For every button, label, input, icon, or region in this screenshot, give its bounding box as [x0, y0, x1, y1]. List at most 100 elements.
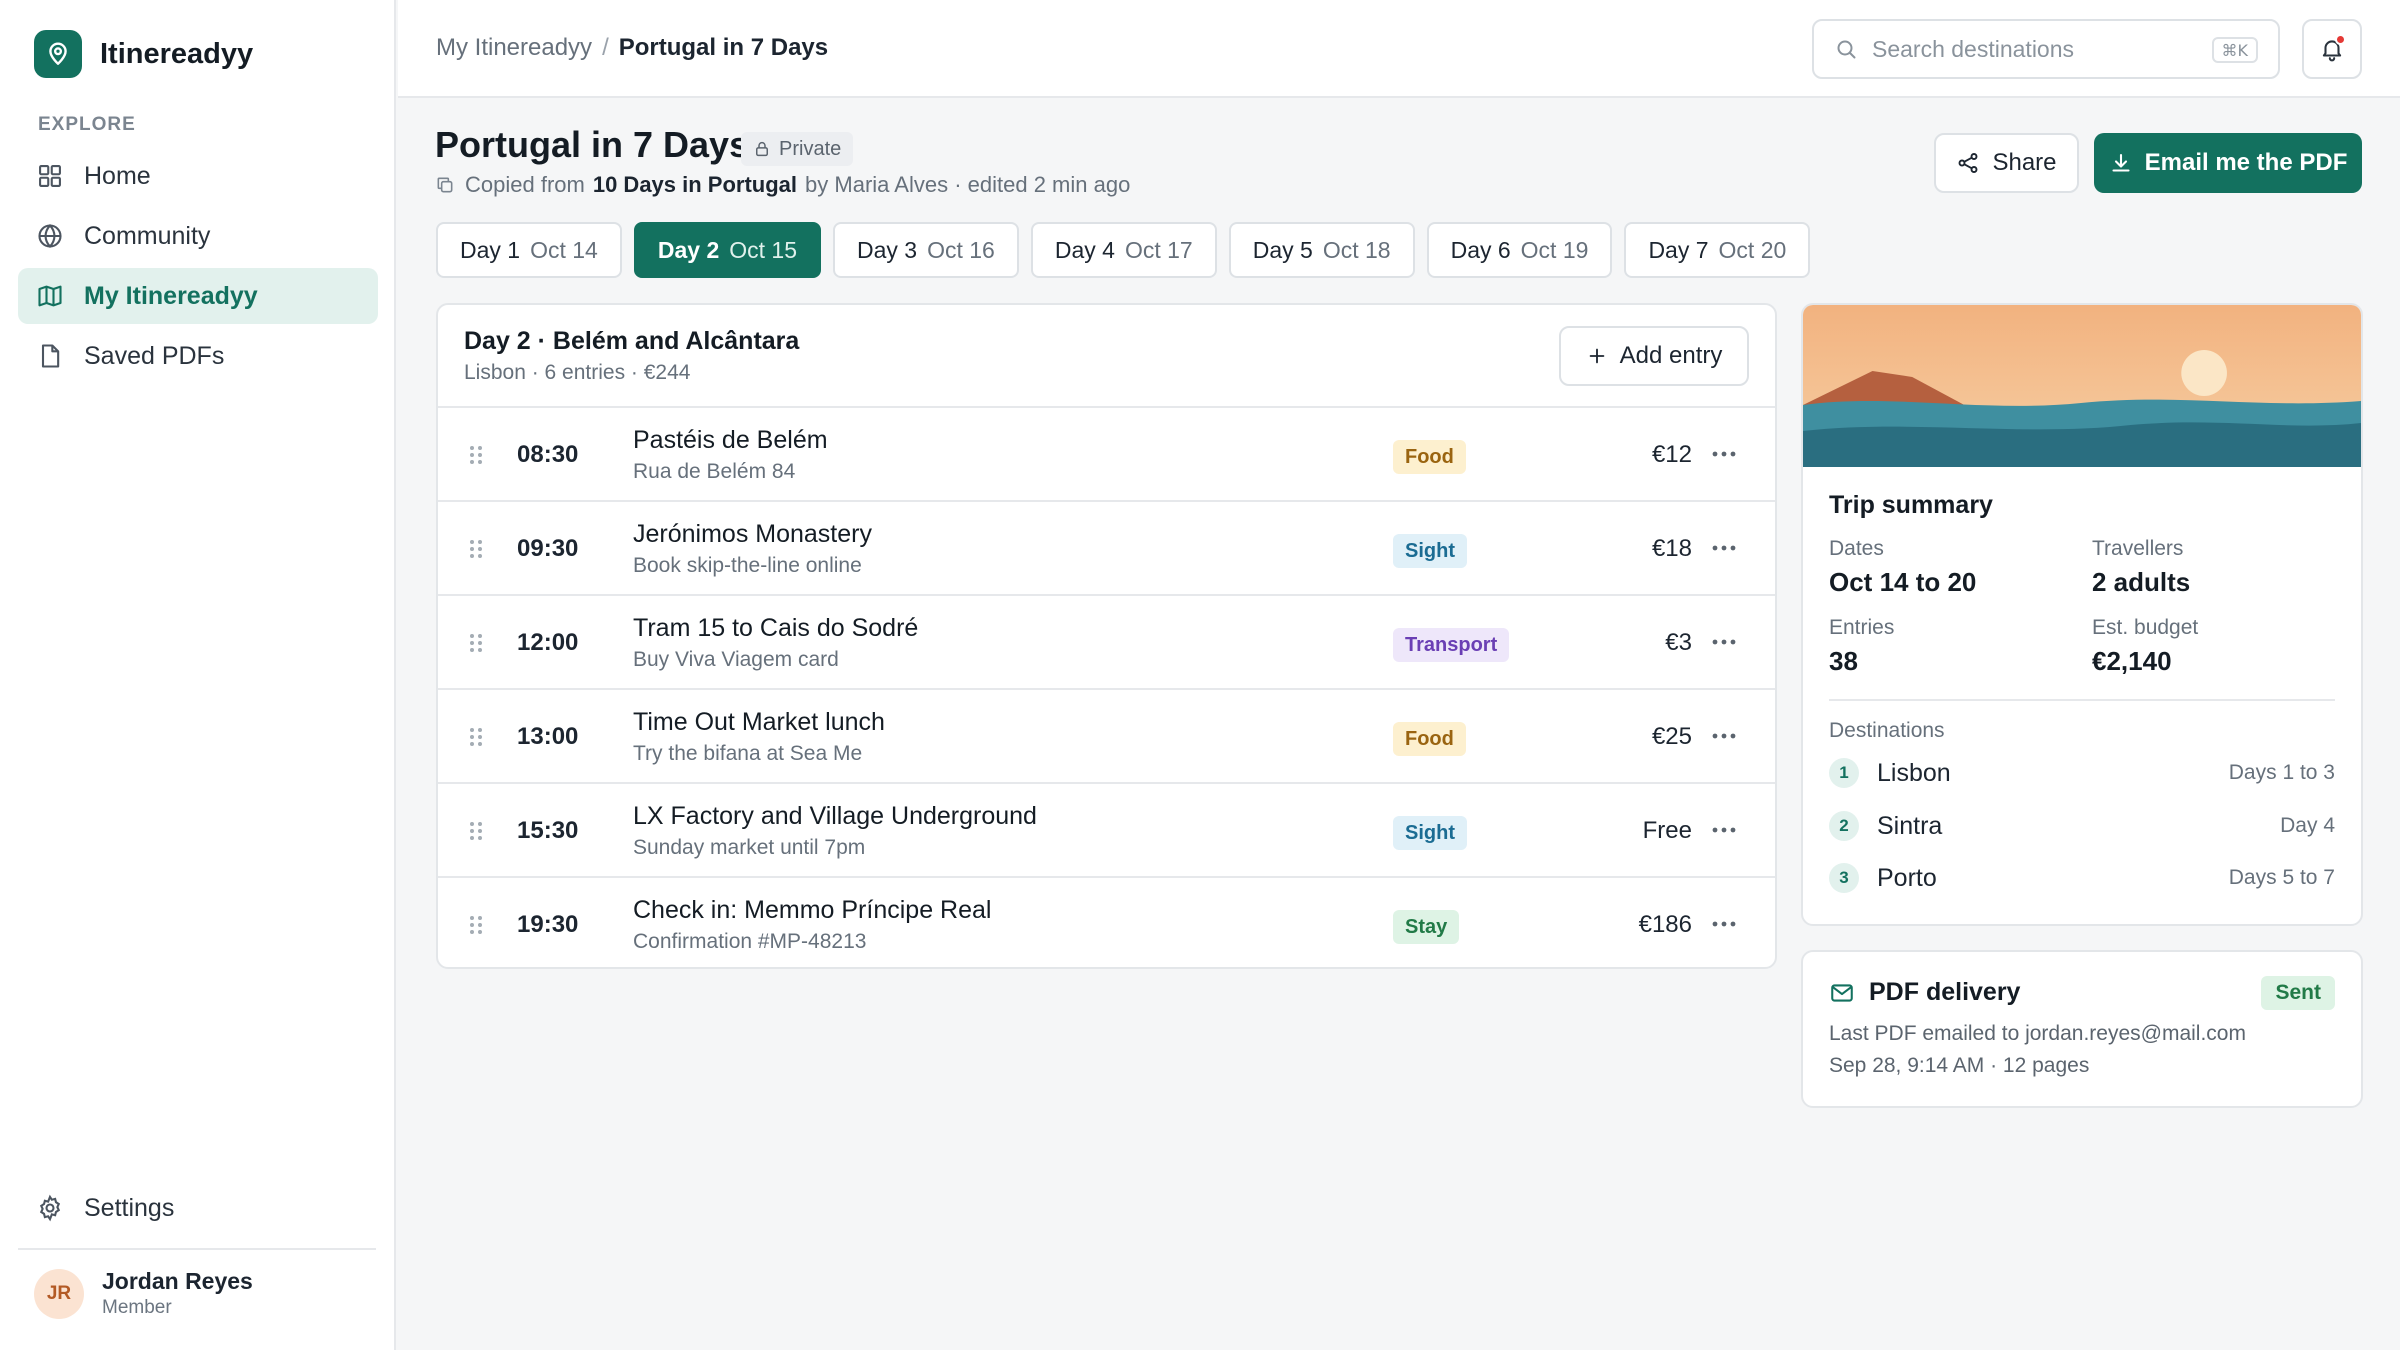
tab-day-label: Day 3	[857, 236, 918, 263]
tab-day-3[interactable]: Day 3 Oct 16	[833, 222, 1019, 278]
sidebar-item-settings[interactable]: Settings	[18, 1180, 378, 1236]
copied-source-link[interactable]: 10 Days in Portugal	[593, 172, 797, 198]
user-profile[interactable]: JR Jordan Reyes Member	[34, 1268, 253, 1319]
drag-handle-icon[interactable]	[468, 726, 484, 748]
breadcrumb: My Itinereadyy / Portugal in 7 Days	[436, 34, 828, 62]
tab-day-1[interactable]: Day 1 Oct 14	[436, 222, 622, 278]
sidebar-item-community[interactable]: Community	[18, 208, 378, 264]
more-options-icon[interactable]	[1711, 446, 1737, 462]
breadcrumb-current: Portugal in 7 Days	[618, 34, 829, 61]
day-tabs: Day 1 Oct 14 Day 2 Oct 15 Day 3 Oct 16 Day …	[436, 222, 1822, 278]
more-options-icon[interactable]	[1711, 822, 1737, 838]
category-tag: Sight	[1393, 534, 1467, 568]
category-tag: Food	[1393, 440, 1466, 474]
tab-date: Oct 15	[729, 236, 797, 263]
breadcrumb-separator: /	[602, 34, 609, 61]
entry-note: Rua de Belém 84	[633, 460, 796, 483]
tab-date: Oct 18	[1322, 236, 1391, 263]
destination-item[interactable]: 1 Lisbon Days 1 to 3	[1829, 753, 2335, 793]
sidebar-item-my-itinereadyy[interactable]: My Itinereadyy	[18, 268, 378, 324]
share-button[interactable]: Share	[1934, 133, 2079, 193]
itinerary-entry[interactable]: 19:30 Check in: Memmo Príncipe Real Conf…	[438, 878, 1775, 967]
destination-name: Lisbon	[1877, 758, 1951, 787]
tab-date: Oct 14	[530, 236, 598, 263]
sidebar: Itinereadyy EXPLORE Home Community My It…	[0, 0, 396, 1350]
divider	[18, 1248, 376, 1250]
destination-name: Porto	[1877, 863, 1937, 892]
search-box[interactable]: ⌘K	[1812, 19, 2280, 79]
download-icon	[2112, 153, 2130, 172]
tab-day-6[interactable]: Day 6 Oct 19	[1426, 222, 1613, 278]
tab-day-5[interactable]: Day 5 Oct 18	[1228, 222, 1415, 278]
entry-price: €25	[1651, 723, 1692, 750]
entry-time: 13:00	[517, 723, 579, 750]
tab-day-2[interactable]: Day 2 Oct 15	[633, 222, 821, 278]
map-pin-icon	[34, 30, 82, 78]
stat-value: 2 adults	[2092, 567, 2191, 597]
divider	[1829, 699, 2335, 701]
sidebar-item-saved-pdfs[interactable]: Saved PDFs	[18, 328, 378, 384]
entry-note: Confirmation #MP-48213	[633, 930, 867, 953]
day-header: Day 2 · Belém and Alcântara Lisbon · 6 e…	[438, 305, 1775, 408]
destinations-label: Destinations	[1829, 719, 1945, 742]
email-pdf-label: Email me the PDF	[2144, 149, 2348, 176]
drag-handle-icon[interactable]	[468, 914, 484, 936]
copied-prefix: Copied from	[465, 172, 585, 197]
tab-day-7[interactable]: Day 7 Oct 20	[1624, 222, 1811, 278]
drag-handle-icon[interactable]	[468, 820, 484, 842]
day-title: Day 2 · Belém and Alcântara	[464, 327, 800, 355]
destination-number: 1	[1829, 758, 1859, 788]
gear-icon	[39, 1194, 61, 1222]
more-options-icon[interactable]	[1711, 916, 1737, 932]
notifications-button[interactable]	[2302, 19, 2362, 79]
trip-meta: Copied from 10 Days in Portugal by Maria…	[435, 172, 1130, 198]
entry-note: Book skip-the-line online	[633, 554, 862, 577]
avatar: JR	[34, 1268, 84, 1319]
itinerary-entry[interactable]: 09:30 Jerónimos Monastery Book skip-the-…	[438, 502, 1775, 596]
email-pdf-button[interactable]: Email me the PDF	[2094, 133, 2362, 193]
brand[interactable]: Itinereadyy	[34, 30, 253, 78]
more-options-icon[interactable]	[1711, 634, 1737, 650]
map-icon	[38, 285, 62, 307]
tab-day-4[interactable]: Day 4 Oct 17	[1030, 222, 1217, 278]
breadcrumb-parent[interactable]: My Itinereadyy	[436, 34, 592, 62]
drag-handle-icon[interactable]	[468, 444, 484, 466]
itinerary-entry[interactable]: 12:00 Tram 15 to Cais do Sodré Buy Viva …	[438, 596, 1775, 690]
destination-name: Sintra	[1877, 811, 1943, 840]
pdf-delivery-title: PDF delivery	[1869, 978, 2021, 1006]
itinerary-entry[interactable]: 13:00 Time Out Market lunch Try the bifa…	[438, 690, 1775, 784]
destination-item[interactable]: 2 Sintra Day 4	[1829, 806, 2335, 846]
entry-title: Jerónimos Monastery	[633, 520, 872, 548]
share-label: Share	[1992, 149, 2057, 176]
tab-date: Oct 16	[927, 236, 995, 263]
copied-suffix: by Maria Alves · edited 2 min ago	[805, 172, 1131, 197]
sidebar-item-label: Community	[84, 221, 211, 250]
destination-days: Day 4	[2280, 814, 2335, 837]
sidebar-item-label: Saved PDFs	[84, 341, 225, 370]
entry-price: €186	[1638, 911, 1692, 938]
entry-title: LX Factory and Village Underground	[633, 802, 1037, 830]
category-tag: Sight	[1393, 816, 1467, 850]
stat-value: 38	[1829, 646, 1858, 676]
privacy-badge[interactable]: Private	[741, 132, 854, 166]
destination-item[interactable]: 3 Porto Days 5 to 7	[1829, 858, 2335, 898]
copy-icon	[437, 177, 453, 193]
itinerary-entry[interactable]: 15:30 LX Factory and Village Underground…	[438, 784, 1775, 878]
tab-day-label: Day 7	[1648, 236, 1709, 263]
itinerary-entry[interactable]: 08:30 Pastéis de Belém Rua de Belém 84 F…	[438, 408, 1775, 502]
topbar: My Itinereadyy / Portugal in 7 Days ⌘K	[398, 0, 2400, 98]
add-entry-button[interactable]: Add entry	[1559, 326, 1749, 386]
sidebar-item-home[interactable]: Home	[18, 148, 378, 204]
tab-date: Oct 17	[1124, 236, 1193, 263]
tab-day-label: Day 6	[1450, 236, 1511, 263]
search-input[interactable]	[1872, 35, 2192, 63]
search-icon	[1837, 40, 1856, 59]
entry-note: Buy Viva Viagem card	[633, 648, 839, 671]
pdf-delivery-header: PDF delivery	[1829, 978, 2020, 1007]
entry-price: Free	[1642, 817, 1692, 844]
drag-handle-icon[interactable]	[468, 632, 484, 654]
more-options-icon[interactable]	[1711, 728, 1737, 744]
more-options-icon[interactable]	[1711, 540, 1737, 556]
entry-time: 15:30	[517, 817, 579, 844]
drag-handle-icon[interactable]	[468, 538, 484, 560]
